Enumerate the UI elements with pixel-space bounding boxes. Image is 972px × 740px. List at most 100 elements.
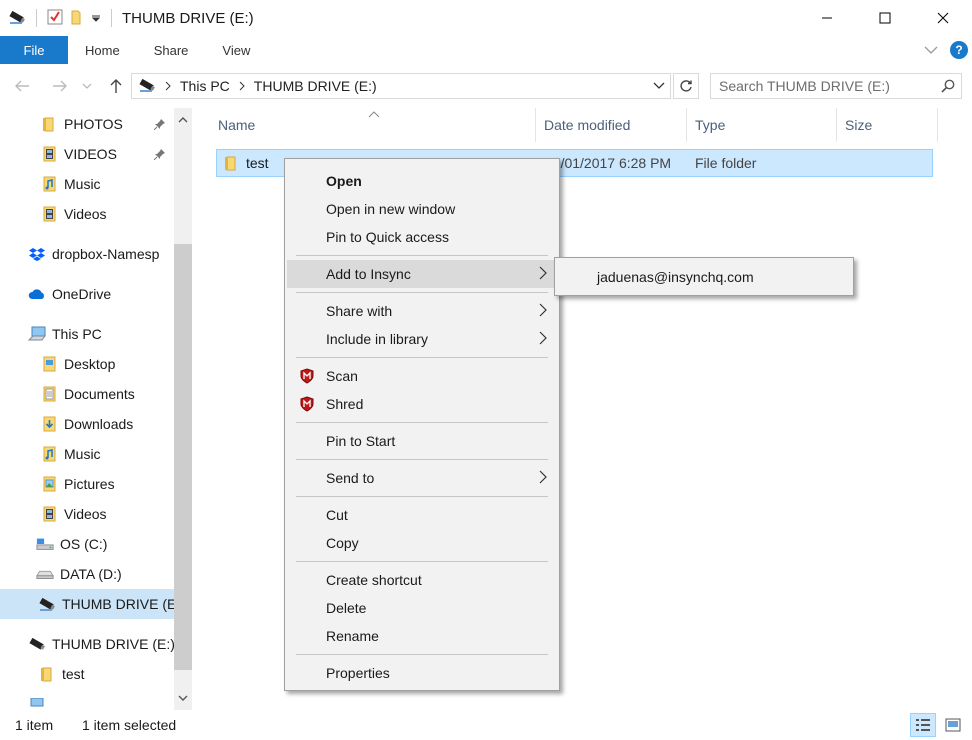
close-button[interactable] — [914, 0, 972, 36]
nav-item-photos[interactable]: PHOTOS — [0, 109, 174, 139]
mcafee-shield-icon — [299, 396, 315, 412]
maximize-button[interactable] — [856, 0, 914, 36]
nav-item-thumb-drive-root[interactable]: THUMB DRIVE (E:) — [0, 629, 174, 659]
menu-item-cut[interactable]: Cut — [287, 501, 557, 529]
up-button[interactable] — [102, 72, 130, 100]
nav-item-onedrive[interactable]: OneDrive — [0, 279, 174, 309]
column-header-name[interactable]: Name — [210, 108, 536, 142]
nav-item-os-c[interactable]: OS (C:) — [0, 529, 174, 559]
nav-item-network-partial[interactable] — [0, 698, 174, 710]
recent-locations-button[interactable] — [78, 72, 96, 100]
search-icon[interactable] — [935, 79, 961, 93]
menu-item-pin-to-start[interactable]: Pin to Start — [287, 427, 557, 455]
minimize-button[interactable] — [798, 0, 856, 36]
menu-item-pin-quick-access[interactable]: Pin to Quick access — [287, 223, 557, 251]
menu-item-send-to[interactable]: Send to — [287, 464, 557, 492]
nav-item-label: THUMB DRIVE (E:) — [52, 636, 174, 652]
documents-folder-icon — [40, 385, 58, 403]
navigation-row: This PC THUMB DRIVE (E:) — [0, 64, 972, 108]
tab-home[interactable]: Home — [68, 36, 137, 64]
nav-item-music[interactable]: Music — [0, 439, 174, 469]
chevron-right-icon[interactable] — [164, 78, 172, 94]
nav-item-test[interactable]: test — [0, 659, 174, 689]
submenu-item-account[interactable]: jaduenas@insynchq.com — [597, 269, 754, 285]
menu-separator — [296, 255, 548, 256]
menu-separator — [296, 422, 548, 423]
scroll-down-button[interactable] — [174, 688, 192, 708]
menu-item-copy[interactable]: Copy — [287, 529, 557, 557]
nav-item-thumb-drive-e[interactable]: THUMB DRIVE (E — [0, 589, 174, 619]
column-header-type[interactable]: Type — [687, 108, 837, 142]
menu-item-create-shortcut[interactable]: Create shortcut — [287, 566, 557, 594]
large-icons-view-button[interactable] — [940, 713, 966, 737]
pin-icon[interactable] — [153, 147, 166, 163]
menu-item-rename[interactable]: Rename — [287, 622, 557, 650]
nav-item-documents[interactable]: Documents — [0, 379, 174, 409]
menu-separator — [296, 496, 548, 497]
drive-icon — [36, 565, 54, 583]
nav-item-data-d[interactable]: DATA (D:) — [0, 559, 174, 589]
item-count: 1 item — [15, 717, 54, 733]
nav-item-videos-quick[interactable]: Videos — [0, 199, 174, 229]
help-button[interactable]: ? — [950, 41, 968, 59]
file-name: test — [246, 155, 269, 171]
column-header-date[interactable]: Date modified — [536, 108, 687, 142]
address-dropdown-button[interactable] — [648, 74, 670, 98]
nav-scrollbar[interactable] — [174, 108, 192, 710]
details-view-icon — [916, 719, 930, 731]
breadcrumb-this-pc[interactable]: This PC — [180, 78, 230, 94]
usb-drive-icon[interactable] — [8, 9, 26, 28]
menu-item-share-with[interactable]: Share with — [287, 297, 557, 325]
nav-item-downloads[interactable]: Downloads — [0, 409, 174, 439]
expand-ribbon-icon[interactable] — [924, 42, 938, 58]
nav-item-label: Music — [64, 446, 101, 462]
chevron-right-icon[interactable] — [238, 78, 246, 94]
computer-icon — [28, 325, 46, 343]
menu-item-shred[interactable]: Shred — [287, 390, 557, 418]
os-drive-icon — [36, 535, 54, 553]
nav-item-this-pc[interactable]: This PC — [0, 319, 174, 349]
nav-item-label: Pictures — [64, 476, 115, 492]
menu-item-open-new-window[interactable]: Open in new window — [287, 195, 557, 223]
submenu-arrow-icon — [539, 266, 547, 283]
menu-item-scan[interactable]: Scan — [287, 362, 557, 390]
nav-item-desktop[interactable]: Desktop — [0, 349, 174, 379]
menu-item-include-in-library[interactable]: Include in library — [287, 325, 557, 353]
nav-item-pictures[interactable]: Pictures — [0, 469, 174, 499]
ribbon-tabs: File Home Share View ? — [0, 36, 972, 64]
forward-button[interactable] — [46, 72, 74, 100]
context-menu: Open Open in new window Pin to Quick acc… — [284, 158, 560, 691]
chevron-up-icon — [178, 117, 188, 123]
menu-item-add-to-insync[interactable]: Add to Insync — [287, 260, 557, 288]
new-folder-icon[interactable] — [69, 9, 85, 28]
menu-item-label: Send to — [326, 470, 375, 486]
nav-item-music-quick[interactable]: Music — [0, 169, 174, 199]
tab-view[interactable]: View — [205, 36, 267, 64]
back-button[interactable] — [8, 72, 36, 100]
customize-toolbar-dropdown-icon[interactable] — [91, 10, 101, 26]
file-date: 20/01/2017 6:28 PM — [545, 155, 672, 171]
menu-item-properties[interactable]: Properties — [287, 659, 557, 687]
music-folder-icon — [40, 175, 58, 193]
properties-checkbox-icon[interactable] — [47, 9, 63, 28]
nav-item-label: OneDrive — [52, 286, 112, 302]
window-controls — [798, 0, 972, 36]
address-bar[interactable]: This PC THUMB DRIVE (E:) — [131, 73, 671, 99]
column-header-size[interactable]: Size — [837, 108, 938, 142]
nav-item-videos-pinned[interactable]: VIDEOS — [0, 139, 174, 169]
tab-file[interactable]: File — [0, 36, 68, 64]
scroll-up-button[interactable] — [174, 110, 192, 130]
nav-item-dropbox[interactable]: dropbox-Namesp — [0, 239, 174, 269]
search-input[interactable] — [719, 78, 935, 94]
nav-item-videos[interactable]: Videos — [0, 499, 174, 529]
refresh-button[interactable] — [673, 73, 699, 99]
pin-icon[interactable] — [153, 117, 166, 133]
minimize-icon — [822, 17, 832, 19]
nav-item-label: DATA (D:) — [60, 566, 122, 582]
tab-share[interactable]: Share — [137, 36, 206, 64]
menu-item-open[interactable]: Open — [287, 167, 557, 195]
breadcrumb-thumb-drive[interactable]: THUMB DRIVE (E:) — [254, 78, 377, 94]
menu-item-delete[interactable]: Delete — [287, 594, 557, 622]
details-view-button[interactable] — [910, 713, 936, 737]
scrollbar-thumb[interactable] — [174, 244, 192, 670]
